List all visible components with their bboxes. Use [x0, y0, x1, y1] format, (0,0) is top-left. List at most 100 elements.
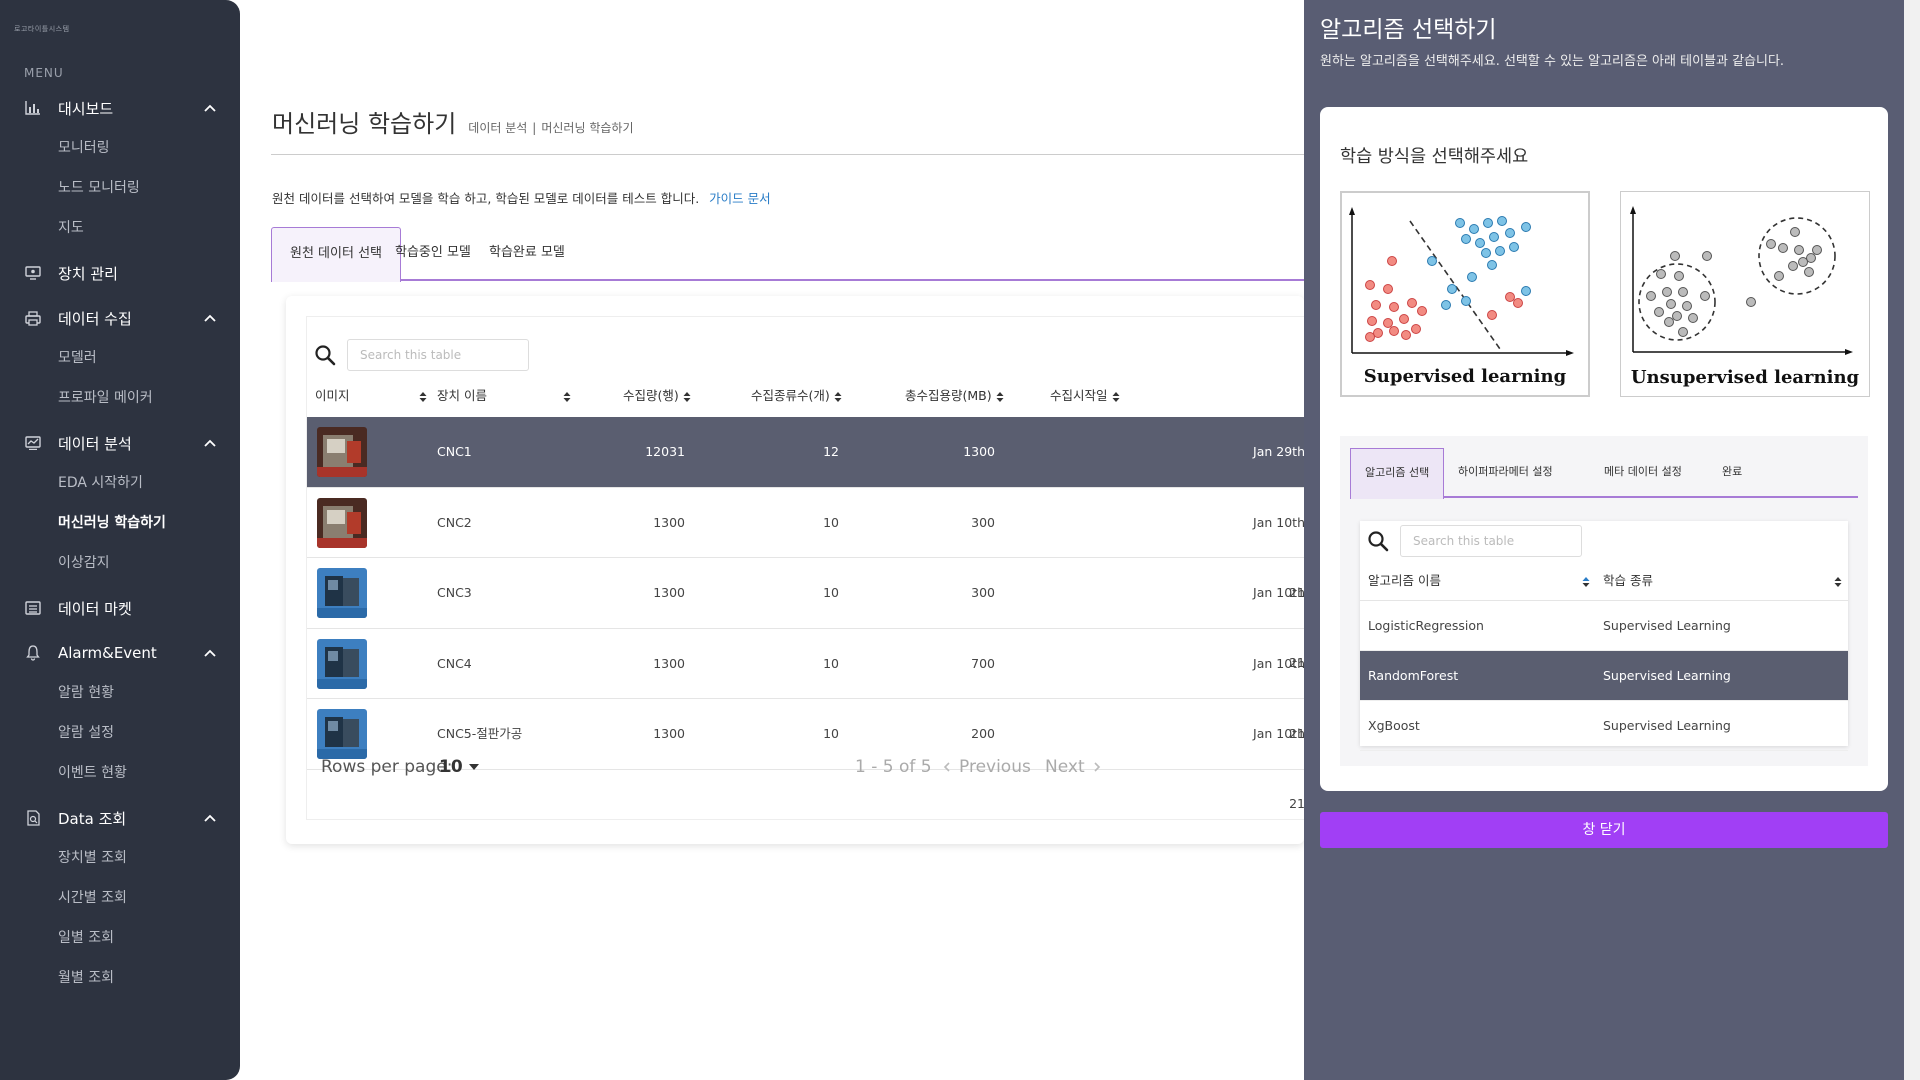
algorithm-name-cell: XgBoost	[1368, 718, 1420, 733]
supervised-learning-option[interactable]: Supervised learning	[1340, 191, 1590, 397]
table-row[interactable]: CNC3 1300 10 300 Jan 10th 21	[307, 558, 1305, 670]
column-header-rows[interactable]: 수집량(행)	[623, 375, 691, 417]
sidebar-item[interactable]: 모델러	[0, 338, 240, 378]
start-date-cell: Jan 10th 21	[1253, 655, 1305, 741]
tab-metadata[interactable]: 메타 데이터 설정	[1590, 448, 1696, 498]
sidebar-item[interactable]: 일별 조회	[0, 918, 240, 958]
chevron-right-icon	[1094, 762, 1100, 772]
column-header-algorithm-name[interactable]: 알고리즘 이름	[1368, 561, 1441, 601]
previous-button[interactable]: Previous	[943, 737, 1031, 797]
sidebar-item[interactable]: 머신러닝 학습하기	[0, 503, 240, 543]
column-header-kinds[interactable]: 수집종류수(개)	[751, 375, 842, 417]
sidebar-group-3[interactable]: 데이터 분석	[0, 423, 240, 463]
tab-trained-models[interactable]: 학습완료 모델	[471, 227, 583, 281]
rows-per-page-select[interactable]: 10	[439, 737, 479, 797]
column-label: 학습 종류	[1603, 573, 1653, 588]
sort-icon	[996, 391, 1004, 402]
column-label: 총수집용량(MB)	[905, 388, 992, 403]
size-cell: 300	[971, 585, 995, 600]
sidebar-item[interactable]: 노드 모니터링	[0, 168, 240, 208]
sort-icon	[834, 391, 842, 402]
sidebar-item[interactable]: 장치별 조회	[0, 838, 240, 878]
algorithm-row[interactable]: RandomForest Supervised Learning	[1360, 651, 1848, 701]
sidebar-item[interactable]: 시간별 조회	[0, 878, 240, 918]
algorithm-row[interactable]: XgBoost Supervised Learning	[1360, 701, 1848, 751]
column-label: 수집종류수(개)	[751, 388, 830, 403]
page-title: 머신러닝 학습하기	[272, 110, 457, 138]
column-header-start-date[interactable]: 수집시작일	[1050, 375, 1120, 417]
kinds-cell: 10	[823, 585, 839, 600]
scrollbar[interactable]	[1904, 0, 1920, 1080]
search-icon[interactable]	[313, 343, 337, 367]
sidebar-item[interactable]: EDA 시작하기	[0, 463, 240, 503]
sidebar: 로고타이틀시스템 MENU 대시보드 모니터링 노드 모니터링 지도장치 관리데이터 …	[0, 0, 240, 1080]
device-name-cell: CNC4	[437, 655, 472, 671]
sidebar-item[interactable]: 지도	[0, 208, 240, 248]
tab-algorithm-select[interactable]: 알고리즘 선택	[1350, 448, 1445, 499]
monitor-icon	[24, 264, 42, 282]
guide-link[interactable]: 가이드 문서	[709, 191, 770, 206]
breadcrumb-item[interactable]: 데이터 분석	[468, 119, 527, 136]
sidebar-group-5[interactable]: Alarm&Event	[0, 633, 240, 673]
sidebar-item[interactable]: 모니터링	[0, 128, 240, 168]
column-header-image[interactable]: 이미지	[315, 375, 350, 417]
algorithm-search-input[interactable]	[1400, 525, 1582, 557]
sort-icon[interactable]	[559, 375, 571, 417]
sort-icon[interactable]	[1578, 561, 1590, 601]
logo[interactable]: 로고타이틀시스템	[14, 24, 70, 34]
algorithm-row[interactable]: LogisticRegression Supervised Learning	[1360, 601, 1848, 651]
device-thumbnail	[317, 427, 367, 477]
unsupervised-learning-option[interactable]: Unsupervised learning	[1620, 191, 1870, 397]
algorithm-wizard: 알고리즘 선택 하이퍼파라메터 설정 메타 데이터 설정 완료 알고리즘 이름 …	[1340, 436, 1868, 766]
next-button[interactable]: Next	[1045, 737, 1101, 797]
chart-icon	[24, 99, 42, 117]
sidebar-group-label: 데이터 마켓	[58, 599, 132, 618]
device-thumbnail	[317, 497, 367, 548]
algorithm-table-search	[1366, 525, 1582, 557]
printer-icon	[24, 309, 42, 327]
sort-icon[interactable]	[1830, 561, 1842, 601]
sidebar-item[interactable]: 이상감지	[0, 543, 240, 583]
sidebar-group-1[interactable]: 장치 관리	[0, 253, 240, 293]
search-icon[interactable]	[1366, 529, 1390, 553]
learning-kind-cell: Supervised Learning	[1603, 718, 1731, 733]
menu-label: MENU	[24, 66, 64, 80]
close-panel-button[interactable]: 창 닫기	[1320, 812, 1888, 848]
sidebar-group-6[interactable]: Data 조회	[0, 798, 240, 838]
algorithm-panel: 알고리즘 선택하기 원하는 알고리즘을 선택해주세요. 선택할 수 있는 알고리…	[1304, 0, 1904, 1080]
kinds-cell: 12	[823, 444, 839, 459]
size-cell: 300	[971, 514, 995, 530]
sidebar-item[interactable]: 프로파일 메이커	[0, 378, 240, 418]
main-content: 머신러닝 학습하기 데이터 분석 | 머신러닝 학습하기 원천 데이터를 선택하…	[240, 0, 1305, 1080]
tab-hyperparameter[interactable]: 하이퍼파라메터 설정	[1444, 448, 1567, 498]
column-label: 이미지	[315, 388, 350, 403]
tab-complete[interactable]: 완료	[1708, 448, 1756, 498]
sort-icon[interactable]	[415, 375, 427, 417]
learning-kind-cell: Supervised Learning	[1603, 618, 1731, 633]
column-header-size[interactable]: 총수집용량(MB)	[905, 375, 1004, 417]
search-input[interactable]	[347, 339, 529, 371]
column-label: 알고리즘 이름	[1368, 573, 1441, 588]
table-row[interactable]: CNC4 1300 10 700 Jan 10th 21	[307, 629, 1305, 741]
sidebar-group-2[interactable]: 데이터 수집	[0, 298, 240, 338]
device-name-cell: CNC1	[437, 444, 472, 459]
chevron-up-icon	[204, 812, 216, 824]
table-row[interactable]: CNC1 12031 12 1300 Jan 29th 19	[307, 417, 1305, 529]
breadcrumb-item[interactable]: 머신러닝 학습하기	[541, 119, 633, 136]
size-cell: 700	[971, 655, 995, 671]
device-name-cell: CNC3	[437, 585, 472, 600]
sidebar-group-4[interactable]: 데이터 마켓	[0, 588, 240, 628]
algorithm-table: 알고리즘 이름 학습 종류 LogisticRegression Supervis…	[1360, 521, 1848, 751]
start-date-cell: Jan 10th 21	[1253, 585, 1305, 670]
column-header-learning-kind[interactable]: 학습 종류	[1603, 561, 1653, 601]
column-label: 장치 이름	[437, 388, 487, 403]
column-header-device-name[interactable]: 장치 이름	[437, 375, 487, 417]
sidebar-item[interactable]: 알람 현황	[0, 673, 240, 713]
sidebar-item[interactable]: 알람 설정	[0, 713, 240, 753]
panel-subtitle: 원하는 알고리즘을 선택해주세요. 선택할 수 있는 알고리즘은 아래 테이블과…	[1320, 54, 1785, 69]
sidebar-group-0[interactable]: 대시보드	[0, 88, 240, 128]
sidebar-item[interactable]: 월별 조회	[0, 958, 240, 998]
table-row[interactable]: CNC2 1300 10 300 Jan 10th 21	[307, 488, 1305, 600]
table-body: CNC1 12031 12 1300 Jan 29th 19 CNC2 1300 10 300 J…	[307, 417, 1305, 811]
sidebar-item[interactable]: 이벤트 현황	[0, 753, 240, 793]
